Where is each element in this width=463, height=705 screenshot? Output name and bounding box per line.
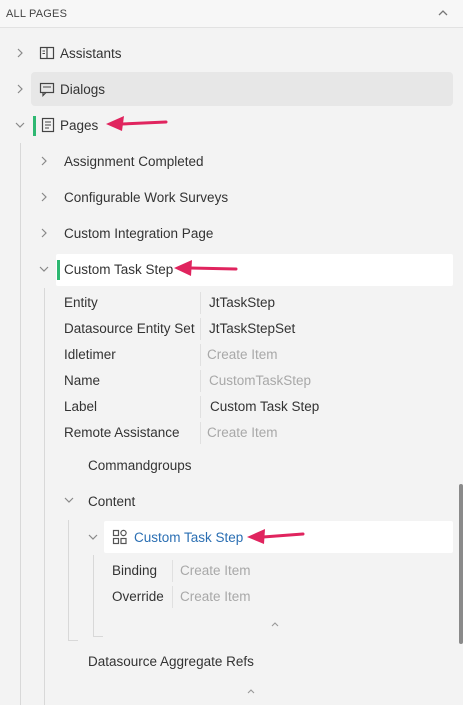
property-name: Override (112, 589, 164, 604)
layout-icon (112, 529, 128, 545)
property-value[interactable]: Custom Task Step (210, 399, 319, 414)
tree-item-page[interactable]: Assignment Completed (0, 144, 463, 178)
tree-item-content-custom-task-step[interactable]: Custom Task Step (0, 520, 463, 554)
divider (200, 422, 201, 444)
tree-item-label: Custom Integration Page (64, 226, 214, 241)
chevron-up-icon[interactable] (245, 685, 257, 697)
tree-item-label: Content (88, 494, 136, 509)
property-name: Entity (64, 295, 98, 310)
chevron-down-icon[interactable] (14, 119, 26, 131)
create-item-field[interactable]: Create Item (180, 563, 251, 578)
chevron-right-icon[interactable] (14, 47, 26, 59)
tree-item-pages[interactable]: Pages (0, 108, 463, 142)
annotation-arrow (106, 116, 168, 131)
property-row-entity: Entity JtTaskStep (0, 290, 463, 316)
property-row-datasource-entity-set: Datasource Entity Set JtTaskStepSet (0, 316, 463, 342)
property-value[interactable]: JtTaskStep (209, 295, 275, 310)
property-value[interactable]: JtTaskStepSet (209, 321, 295, 336)
chevron-down-icon[interactable] (38, 263, 50, 275)
property-name: Datasource Entity Set (64, 321, 195, 336)
panel-title: ALL PAGES (6, 8, 68, 20)
create-item-field[interactable]: Create Item (207, 347, 278, 362)
divider (200, 396, 201, 418)
chat-icon (39, 81, 55, 97)
chevron-down-icon[interactable] (87, 531, 99, 543)
property-name: Binding (112, 563, 158, 578)
property-row-name: Name CustomTaskStep (0, 368, 463, 394)
property-name: Idletimer (64, 347, 116, 362)
tree-guide-line (68, 640, 78, 641)
chevron-up-icon[interactable] (269, 618, 281, 630)
tree-item-label: Assignment Completed (64, 154, 204, 169)
tree-item-label: Assistants (60, 46, 122, 61)
divider (200, 292, 201, 314)
tree-item-label: Commandgroups (88, 458, 192, 473)
tree-item-label: Configurable Work Surveys (64, 190, 229, 205)
book-icon (39, 45, 55, 61)
tree-item-commandgroups[interactable]: Commandgroups (0, 450, 463, 480)
divider (172, 586, 173, 608)
property-name: Remote Assistance (64, 425, 180, 440)
document-icon (40, 117, 56, 133)
tree-item-dialogs[interactable]: Dialogs (0, 72, 463, 106)
property-row-override: Override Create Item (0, 584, 463, 610)
divider (200, 318, 201, 340)
tree-item-label: Dialogs (60, 82, 106, 97)
tree-item-page[interactable]: Custom Integration Page (0, 216, 463, 250)
property-row-remote-assistance: Remote Assistance Create Item (0, 420, 463, 446)
divider (172, 560, 173, 582)
property-name: Label (64, 399, 98, 414)
property-row-binding: Binding Create Item (0, 558, 463, 584)
tree-guide-line (93, 636, 103, 637)
scrollbar[interactable] (459, 484, 463, 644)
chevron-right-icon[interactable] (14, 83, 26, 95)
chevron-right-icon[interactable] (38, 191, 50, 203)
tree-item-assistants[interactable]: Assistants (0, 36, 463, 70)
tree-item-label: Custom Task Step (134, 530, 244, 545)
tree-item-content[interactable]: Content (0, 486, 463, 516)
chevron-up-icon[interactable] (437, 7, 451, 21)
tree-item-label: Pages (60, 118, 99, 133)
tree-item-page[interactable]: Configurable Work Surveys (0, 180, 463, 214)
chevron-down-icon[interactable] (63, 494, 75, 506)
create-item-field[interactable]: Create Item (207, 425, 278, 440)
annotation-arrow (174, 260, 238, 276)
chevron-right-icon[interactable] (38, 155, 50, 167)
property-row-label: Label Custom Task Step (0, 394, 463, 420)
chevron-right-icon[interactable] (38, 227, 50, 239)
tree-item-label: Custom Task Step (64, 262, 174, 277)
divider (200, 344, 201, 366)
divider (200, 370, 201, 392)
tree-item-datasource-aggregate-refs[interactable]: Datasource Aggregate Refs (0, 648, 463, 678)
property-name: Name (64, 373, 101, 388)
property-row-idletimer: Idletimer Create Item (0, 342, 463, 368)
property-value[interactable]: CustomTaskStep (209, 373, 311, 388)
annotation-arrow (247, 529, 305, 544)
panel-header: ALL PAGES (0, 0, 463, 28)
tree-item-label: Datasource Aggregate Refs (88, 654, 254, 669)
create-item-field[interactable]: Create Item (180, 589, 251, 604)
